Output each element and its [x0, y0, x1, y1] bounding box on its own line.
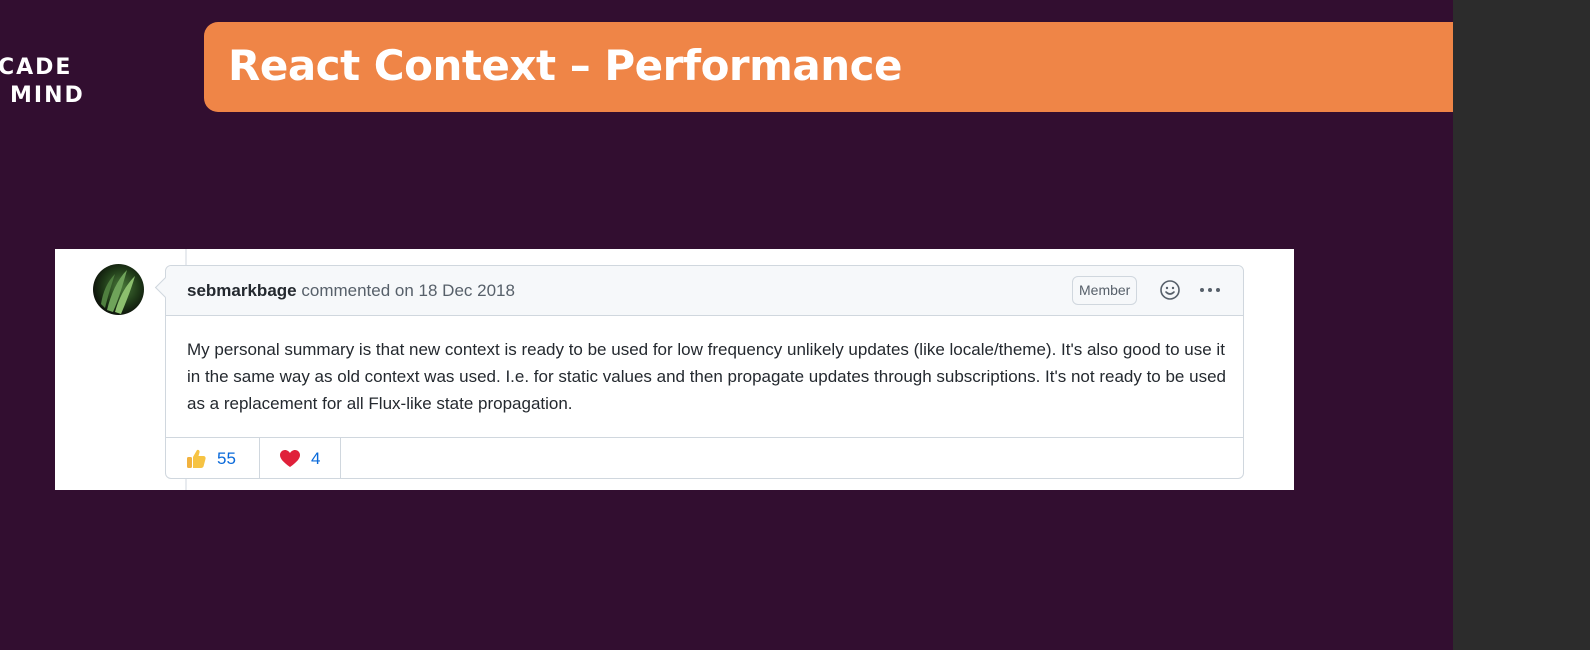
comment-box: sebmarkbage commented on 18 Dec 2018 Mem… [154, 265, 1244, 479]
logo: CADE MIND [0, 54, 85, 110]
thumbs-up-count: 55 [217, 448, 236, 468]
reaction-heart[interactable]: 4 [260, 438, 341, 479]
heart-count: 4 [311, 448, 321, 468]
more-options-icon[interactable] [1196, 278, 1224, 302]
comment-body: My personal summary is that new context … [187, 340, 1226, 413]
member-badge: Member [1072, 276, 1138, 305]
heart-icon [279, 448, 301, 470]
comment-action: commented on [301, 281, 414, 300]
side-strip [1453, 0, 1590, 650]
comment-meta: sebmarkbage commented on 18 Dec 2018 [187, 281, 515, 301]
comment-date[interactable]: 18 Dec 2018 [419, 281, 515, 300]
github-comment-screenshot: sebmarkbage commented on 18 Dec 2018 Mem… [55, 249, 1294, 490]
avatar[interactable] [93, 264, 144, 315]
reaction-thumbs-up[interactable]: 55 [166, 438, 260, 479]
thumbs-up-icon [185, 448, 207, 470]
title-banner: React Context – Performance [204, 22, 1453, 112]
slide-title: React Context – Performance [228, 41, 903, 90]
author-link[interactable]: sebmarkbage [187, 281, 297, 300]
comment-header: sebmarkbage commented on 18 Dec 2018 Mem… [166, 266, 1243, 316]
avatar-leaf-icon [101, 270, 135, 314]
add-reaction-icon[interactable] [1158, 278, 1182, 302]
reactions-bar: 55 4 [166, 437, 1243, 479]
logo-line-1: CADE [0, 55, 73, 80]
logo-line-2: MIND [10, 83, 85, 108]
